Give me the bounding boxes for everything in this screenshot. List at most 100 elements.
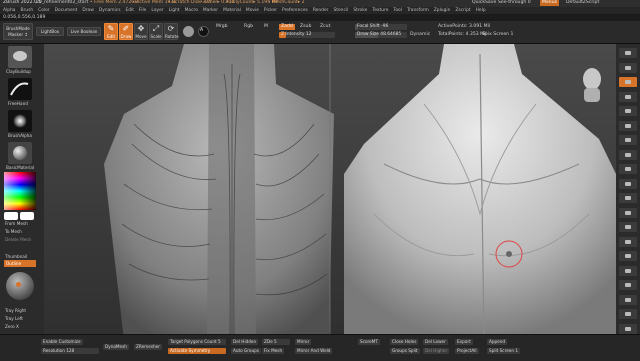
menu-item-layer[interactable]: Layer: [151, 7, 163, 14]
menu-item-texture[interactable]: Texture: [372, 7, 388, 14]
freehand-stroke-icon[interactable]: [8, 78, 32, 100]
fix-mesh-button[interactable]: Fix Mesh: [262, 348, 285, 354]
local-icon[interactable]: [619, 164, 637, 174]
menu-item-stroke[interactable]: Stroke: [353, 7, 367, 14]
zoom-icon[interactable]: [619, 91, 637, 102]
clay-buildup-brush-icon[interactable]: [8, 46, 32, 68]
m-button[interactable]: M: [264, 24, 268, 30]
outline-button[interactable]: Outline: [4, 260, 36, 267]
menu-item-transform[interactable]: Transform: [407, 7, 429, 14]
mirror-and-weld-button[interactable]: Mirror And Weld: [295, 348, 333, 354]
export-button[interactable]: Export: [455, 339, 473, 345]
actual-icon[interactable]: [619, 106, 637, 116]
menu-item-render[interactable]: Render: [313, 7, 329, 14]
del-hidden-button[interactable]: Del Hidden: [231, 339, 259, 345]
dynamic-icon[interactable]: [619, 323, 637, 334]
zadd-button[interactable]: Zadd: [279, 24, 295, 30]
quicksave-button[interactable]: QuickSave: [472, 0, 496, 6]
sculpt-viewport[interactable]: [44, 44, 616, 340]
draw-size-slider[interactable]: Draw Size 48.64685: [355, 32, 407, 38]
from-mesh-button[interactable]: From Mesh: [5, 221, 28, 226]
bpr-icon[interactable]: [619, 48, 637, 58]
auto-groups-button[interactable]: Auto Groups: [231, 348, 261, 354]
floor-icon[interactable]: [619, 149, 637, 160]
tray-left-button[interactable]: Tray Left: [5, 316, 23, 321]
secondary-color-swatch[interactable]: [20, 212, 34, 220]
menu-item-dynamics[interactable]: Dynamics: [99, 7, 121, 14]
lightbox-button[interactable]: LightBox: [36, 27, 64, 36]
menu-item-picker[interactable]: Picker: [264, 7, 277, 14]
dynamesh-button[interactable]: DynaMesh: [103, 344, 129, 350]
append-button[interactable]: Append: [487, 339, 508, 345]
draw-button[interactable]: ✐ Draw: [119, 23, 133, 40]
menu-item-zscript[interactable]: Zscript: [455, 7, 470, 14]
edit-button[interactable]: ✎ Edit: [104, 23, 118, 40]
menu-item-help[interactable]: Help: [476, 7, 486, 14]
target-polygons-slider[interactable]: Target Polygons Count 5: [168, 339, 226, 345]
lsym-icon[interactable]: [619, 178, 637, 189]
menu-item-stencil[interactable]: Stencil: [333, 7, 348, 14]
dynamic-button[interactable]: Dynamic: [410, 32, 430, 38]
menu-item-macro[interactable]: Macro: [185, 7, 198, 14]
menu-item-edit[interactable]: Edit: [126, 7, 135, 14]
close-holes-button[interactable]: Close Holes: [390, 339, 419, 345]
split-screen-button[interactable]: Split Screen 1: [487, 348, 521, 354]
menu-item-zplugin[interactable]: Zplugin: [434, 7, 451, 14]
menu-item-draw[interactable]: Draw: [82, 7, 93, 14]
menu-item-brush[interactable]: Brush: [20, 7, 33, 14]
menu-item-document[interactable]: Document: [55, 7, 78, 14]
projectall-button[interactable]: ProjectAll: [455, 348, 479, 354]
alpha-icon[interactable]: [8, 110, 32, 132]
spix-screen[interactable]: Spix Screen 1: [482, 32, 513, 38]
menus-button[interactable]: Menus: [540, 0, 560, 6]
del-higher-button[interactable]: Del Higher: [423, 348, 450, 354]
linefill-icon[interactable]: [619, 251, 637, 261]
menu-item-tool[interactable]: Tool: [393, 7, 402, 14]
menu-item-alpha[interactable]: Alpha: [3, 7, 15, 14]
zero-x-button[interactable]: Zero X: [5, 324, 19, 329]
tray-right-button[interactable]: Tray Right: [5, 308, 26, 313]
scroll-icon[interactable]: [619, 77, 637, 87]
menu-item-preferences[interactable]: Preferences: [282, 7, 308, 14]
move-icon[interactable]: [619, 207, 637, 218]
see-through-slider[interactable]: See-through 0: [498, 0, 531, 6]
persp-icon[interactable]: [619, 135, 637, 145]
live-boolean-button[interactable]: Live Boolean: [67, 27, 101, 36]
menu-item-color[interactable]: Color: [38, 7, 49, 14]
enable-customize-button[interactable]: Enable Customize: [41, 339, 83, 345]
aahalf-icon[interactable]: [619, 120, 637, 131]
solo-icon[interactable]: [619, 294, 637, 305]
rgb-button[interactable]: Rgb: [244, 24, 253, 30]
menu-item-movie[interactable]: Movie: [246, 7, 259, 14]
zsub-button[interactable]: Zsub: [300, 24, 311, 30]
rotate-button[interactable]: ⟳ Rotate: [164, 23, 179, 40]
menu-item-light[interactable]: Light: [169, 7, 180, 14]
menu-item-marker[interactable]: Marker: [203, 7, 218, 14]
groups-split-button[interactable]: Groups Split: [390, 348, 420, 354]
resolution-slider[interactable]: Resolution 128: [41, 348, 99, 354]
scale-button[interactable]: ⤢ Scale: [149, 23, 163, 40]
spix-icon[interactable]: [619, 62, 637, 73]
menu-item-material[interactable]: Material: [223, 7, 241, 14]
transp-icon[interactable]: [619, 265, 637, 276]
zremesher-button[interactable]: ZRemesher: [134, 344, 162, 350]
default-zscript[interactable]: DefaultZScript: [566, 0, 599, 6]
rotate-icon[interactable]: [619, 236, 637, 247]
del-lower-button[interactable]: Del Lower: [423, 339, 448, 345]
activate-symmetry-button[interactable]: Activate Symmetry: [168, 348, 226, 354]
brush-mode-button[interactable]: BrushMode Masker ↕: [3, 23, 33, 40]
material-sphere-icon[interactable]: [183, 26, 194, 37]
menu-item-file[interactable]: File: [139, 7, 146, 14]
frame-icon[interactable]: [619, 193, 637, 203]
color-picker[interactable]: [4, 172, 36, 210]
delete-mesh-button[interactable]: Delete Mesh: [5, 237, 31, 242]
viewport-canvas[interactable]: [44, 44, 616, 340]
z-intensity-slider[interactable]: Z Intensity 12: [279, 32, 335, 38]
xpose-icon[interactable]: [619, 309, 637, 319]
main-color-swatch[interactable]: [4, 212, 18, 220]
scale-icon[interactable]: [619, 222, 637, 232]
ghost-icon[interactable]: [619, 280, 637, 290]
navigation-head-icon[interactable]: [583, 68, 601, 102]
zde-slider[interactable]: ZDe 5: [262, 339, 290, 345]
mrgb-button[interactable]: Mrgb: [216, 24, 228, 30]
